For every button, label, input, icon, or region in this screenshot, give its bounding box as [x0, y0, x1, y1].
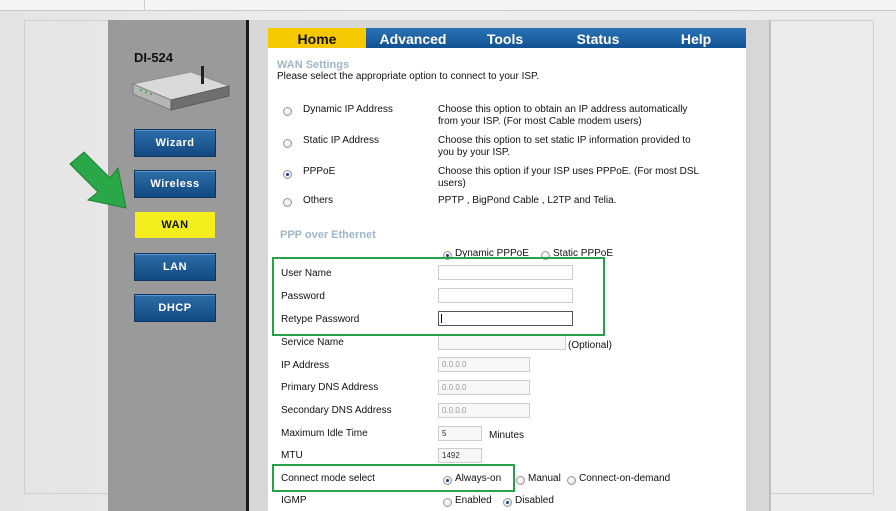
green-arrow-icon	[69, 151, 127, 209]
idle-time-unit: Minutes	[489, 430, 525, 441]
ip-address-label: IP Address	[281, 360, 330, 371]
primary-dns-input[interactable]: 0.0.0.0	[438, 380, 530, 395]
manual-label: Manual	[528, 473, 561, 484]
mtu-input[interactable]: 1492	[438, 448, 482, 463]
credentials-highlight-box	[272, 257, 605, 336]
radio-static-ip[interactable]	[283, 139, 292, 148]
option-dynamic-ip-desc2: from your ISP. (For most Cable modem use…	[438, 116, 642, 127]
tab-tools[interactable]: Tools	[460, 28, 552, 50]
connect-mode-highlight-box	[272, 464, 515, 492]
tab-advanced[interactable]: Advanced	[366, 28, 462, 50]
option-pppoe-label: PPPoE	[303, 166, 336, 177]
radio-pppoe[interactable]	[283, 170, 292, 179]
nav-wireless-button[interactable]: Wireless	[134, 170, 216, 198]
radio-dynamic-ip[interactable]	[283, 107, 292, 116]
wan-instruction: Please select the appropriate option to …	[277, 71, 540, 82]
wan-settings-title: WAN Settings	[277, 59, 350, 71]
radio-igmp-enabled[interactable]	[443, 498, 452, 507]
option-pppoe-desc: Choose this option if your ISP uses PPPo…	[438, 166, 700, 177]
radio-igmp-disabled[interactable]	[503, 498, 512, 507]
content-right-border	[769, 20, 771, 511]
igmp-label: IGMP	[281, 495, 307, 506]
igmp-enabled-label: Enabled	[455, 495, 492, 506]
browser-divider	[0, 10, 896, 11]
option-others-desc: PPTP , BigPond Cable , L2TP and Telia.	[438, 195, 617, 206]
option-pppoe-desc2: users)	[438, 178, 466, 189]
radio-connect-on-demand[interactable]	[567, 476, 576, 485]
ip-address-input[interactable]: 0.0.0.0	[438, 357, 530, 372]
browser-tab-stub	[118, 0, 145, 10]
radio-others[interactable]	[283, 198, 292, 207]
nav-wan-button[interactable]: WAN	[134, 211, 216, 239]
primary-dns-label: Primary DNS Address	[281, 382, 379, 393]
secondary-dns-input[interactable]: 0.0.0.0	[438, 403, 530, 418]
max-idle-time-label: Maximum Idle Time	[281, 428, 368, 439]
option-static-ip-desc: Choose this option to set static IP info…	[438, 135, 691, 146]
secondary-dns-label: Secondary DNS Address	[281, 405, 392, 416]
service-name-optional-hint: (Optional)	[568, 340, 612, 351]
option-dynamic-ip-desc: Choose this option to obtain an IP addre…	[438, 104, 688, 115]
sidebar-separator	[246, 20, 249, 511]
mtu-label: MTU	[281, 450, 303, 461]
nav-dhcp-button[interactable]: DHCP	[134, 294, 216, 322]
option-static-ip-label: Static IP Address	[303, 135, 379, 146]
top-tab-bar: Home Advanced Tools Status Help	[268, 28, 746, 50]
tab-status[interactable]: Status	[550, 28, 648, 50]
device-model: DI-524	[134, 50, 174, 65]
service-name-input[interactable]	[438, 335, 566, 350]
tab-help[interactable]: Help	[646, 28, 746, 50]
tab-home[interactable]: Home	[268, 28, 366, 50]
pppoe-section-title: PPP over Ethernet	[280, 229, 376, 241]
option-dynamic-ip-label: Dynamic IP Address	[303, 104, 393, 115]
service-name-label: Service Name	[281, 337, 344, 348]
option-static-ip-desc2: you by your ISP.	[438, 147, 511, 158]
radio-manual[interactable]	[516, 476, 525, 485]
nav-wizard-button[interactable]: Wizard	[134, 129, 216, 157]
router-image	[131, 66, 231, 111]
option-others-label: Others	[303, 195, 334, 206]
max-idle-time-input[interactable]: 5	[438, 426, 482, 441]
nav-lan-button[interactable]: LAN	[134, 253, 216, 281]
igmp-disabled-label: Disabled	[515, 495, 554, 506]
connect-on-demand-label: Connect-on-demand	[579, 473, 671, 484]
